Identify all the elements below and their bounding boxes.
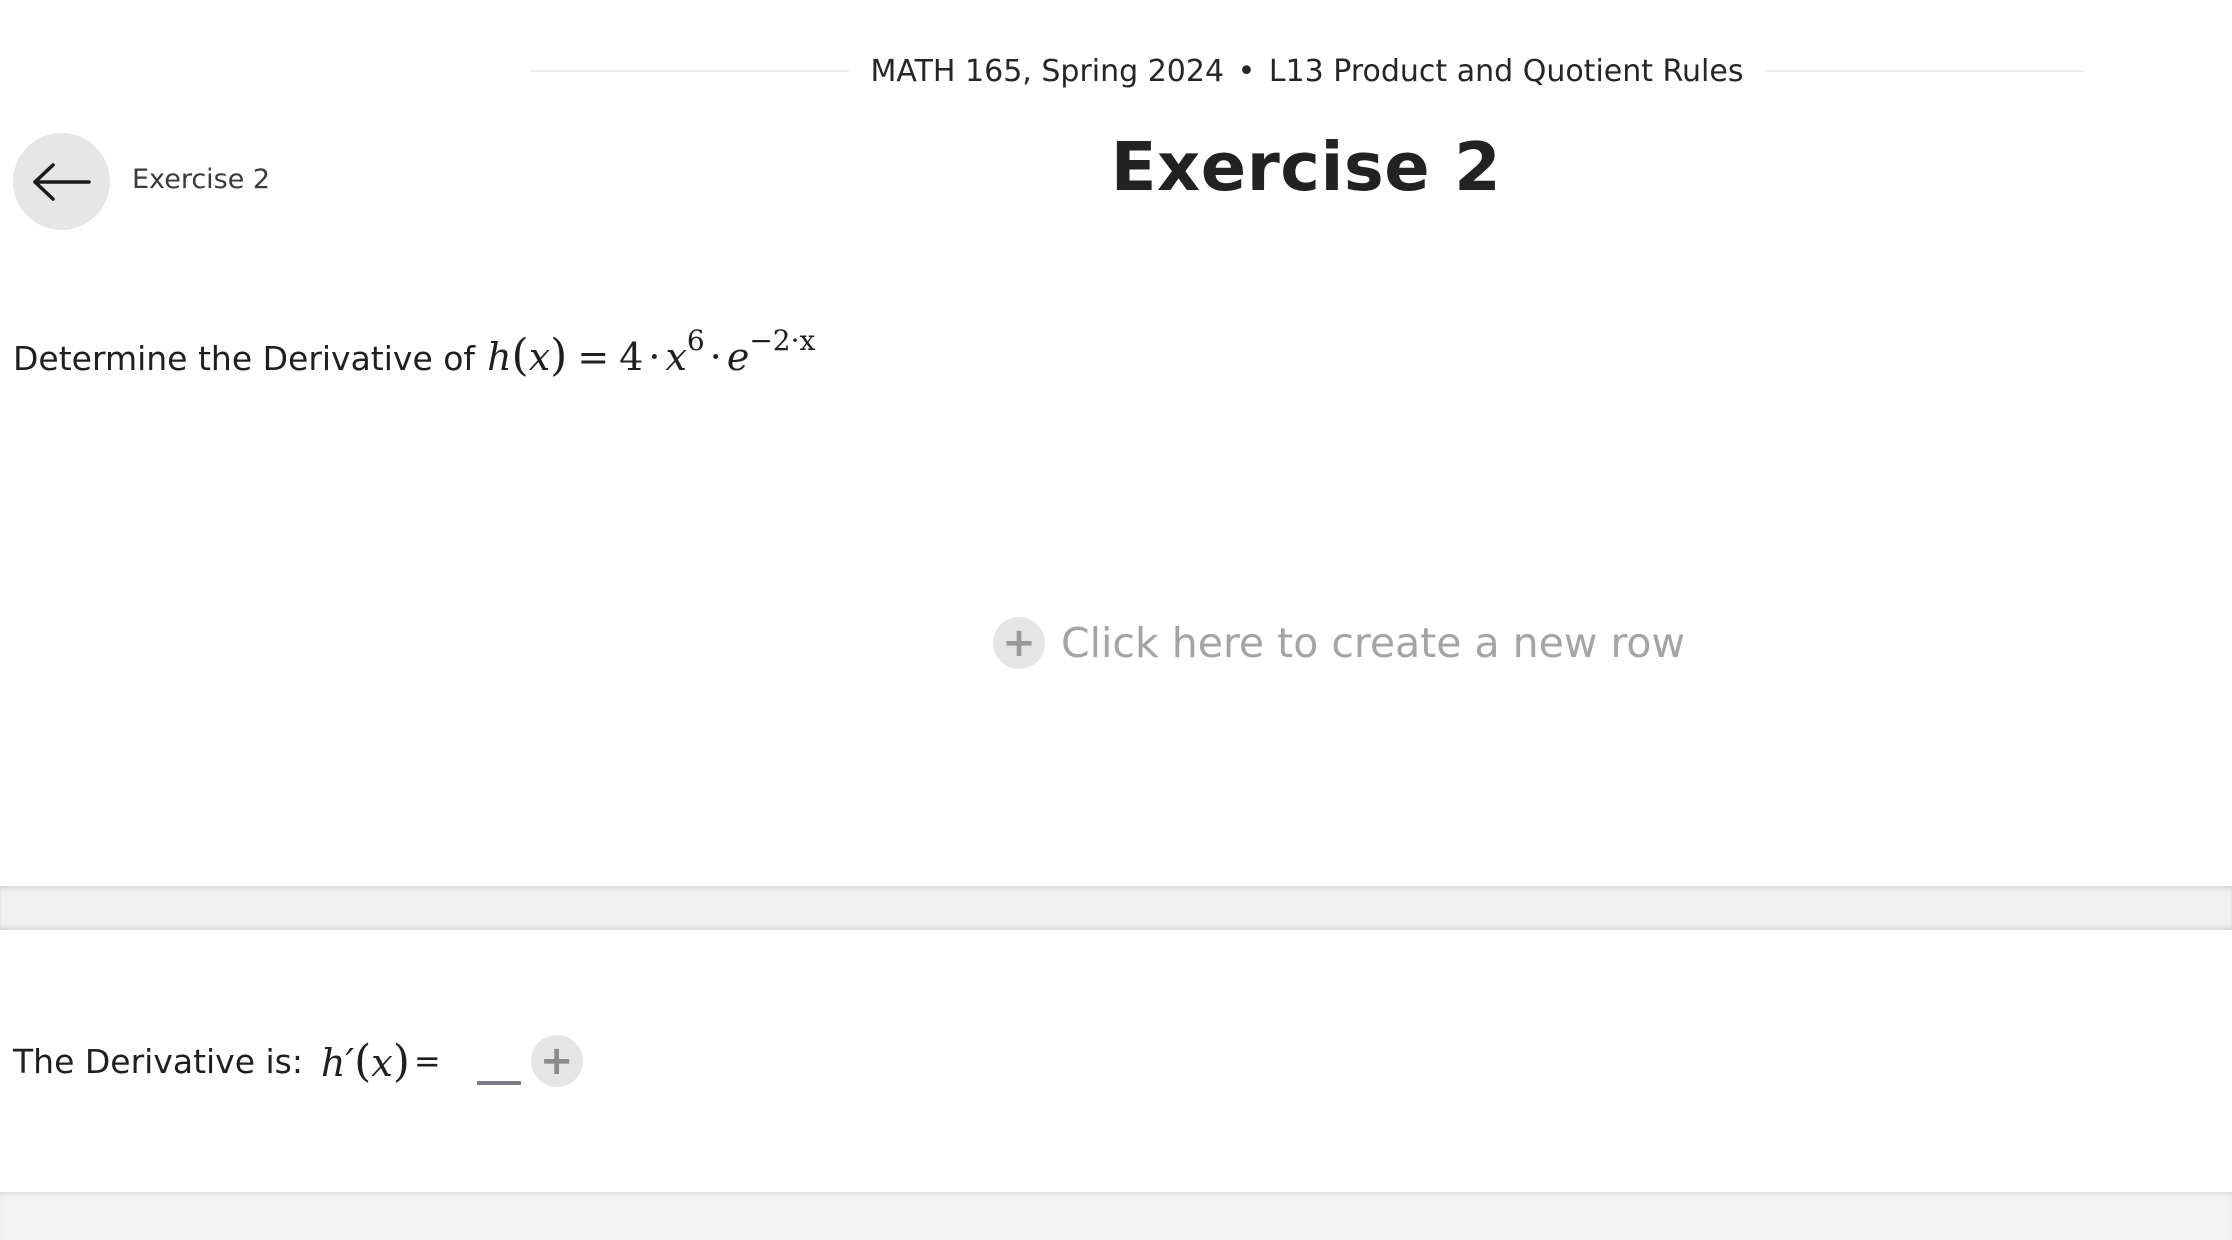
course-lesson-title: MATH 165, Spring 2024 • L13 Product and … <box>849 54 1766 89</box>
bottom-divider <box>0 1192 2232 1240</box>
power-exponent: 6 <box>686 324 705 358</box>
problem-prompt: Determine the Derivative of <box>13 339 476 378</box>
equals-sign: = <box>413 1042 441 1080</box>
problem-function: h(x) = 4 · x6 · e−2·x <box>487 324 816 381</box>
header-rule-left <box>530 70 849 72</box>
answer-prompt: The Derivative is: <box>13 1041 303 1081</box>
coefficient: 4 <box>619 335 644 379</box>
course-name: MATH 165, Spring 2024 <box>870 53 1225 89</box>
lesson-name: L13 Product and Quotient Rules <box>1268 53 1744 89</box>
add-term-button[interactable]: + <box>530 1035 583 1087</box>
problem-statement: Determine the Derivative of h(x) = 4 · x6 · e−… <box>13 324 816 381</box>
power-base: x <box>665 335 687 379</box>
title-separator: • <box>1237 53 1256 89</box>
create-new-row-button[interactable]: + Click here to create a new row <box>993 617 1685 669</box>
exponential-base: e <box>726 335 750 379</box>
function-variable: x <box>528 335 551 379</box>
header-rule-right <box>1765 70 2085 72</box>
derivative-variable: x <box>371 1040 393 1085</box>
section-divider <box>0 886 2232 930</box>
function-name: h <box>487 335 512 379</box>
page: MATH 165, Spring 2024 • L13 Product and … <box>0 0 2232 1240</box>
plus-icon: + <box>993 617 1045 669</box>
answer-function: h′(x) <box>320 1035 410 1087</box>
plus-icon: + <box>539 1038 574 1084</box>
answer-input-slot[interactable] <box>476 1081 521 1085</box>
answer-row: The Derivative is: h′(x) = + <box>13 1035 583 1087</box>
create-new-row-label: Click here to create a new row <box>1061 619 1686 667</box>
exponential-power: −2·x <box>749 324 816 358</box>
course-header: MATH 165, Spring 2024 • L13 Product and … <box>530 40 2085 102</box>
derivative-name: h′ <box>320 1040 355 1085</box>
page-title: Exercise 2 <box>1110 128 1502 206</box>
